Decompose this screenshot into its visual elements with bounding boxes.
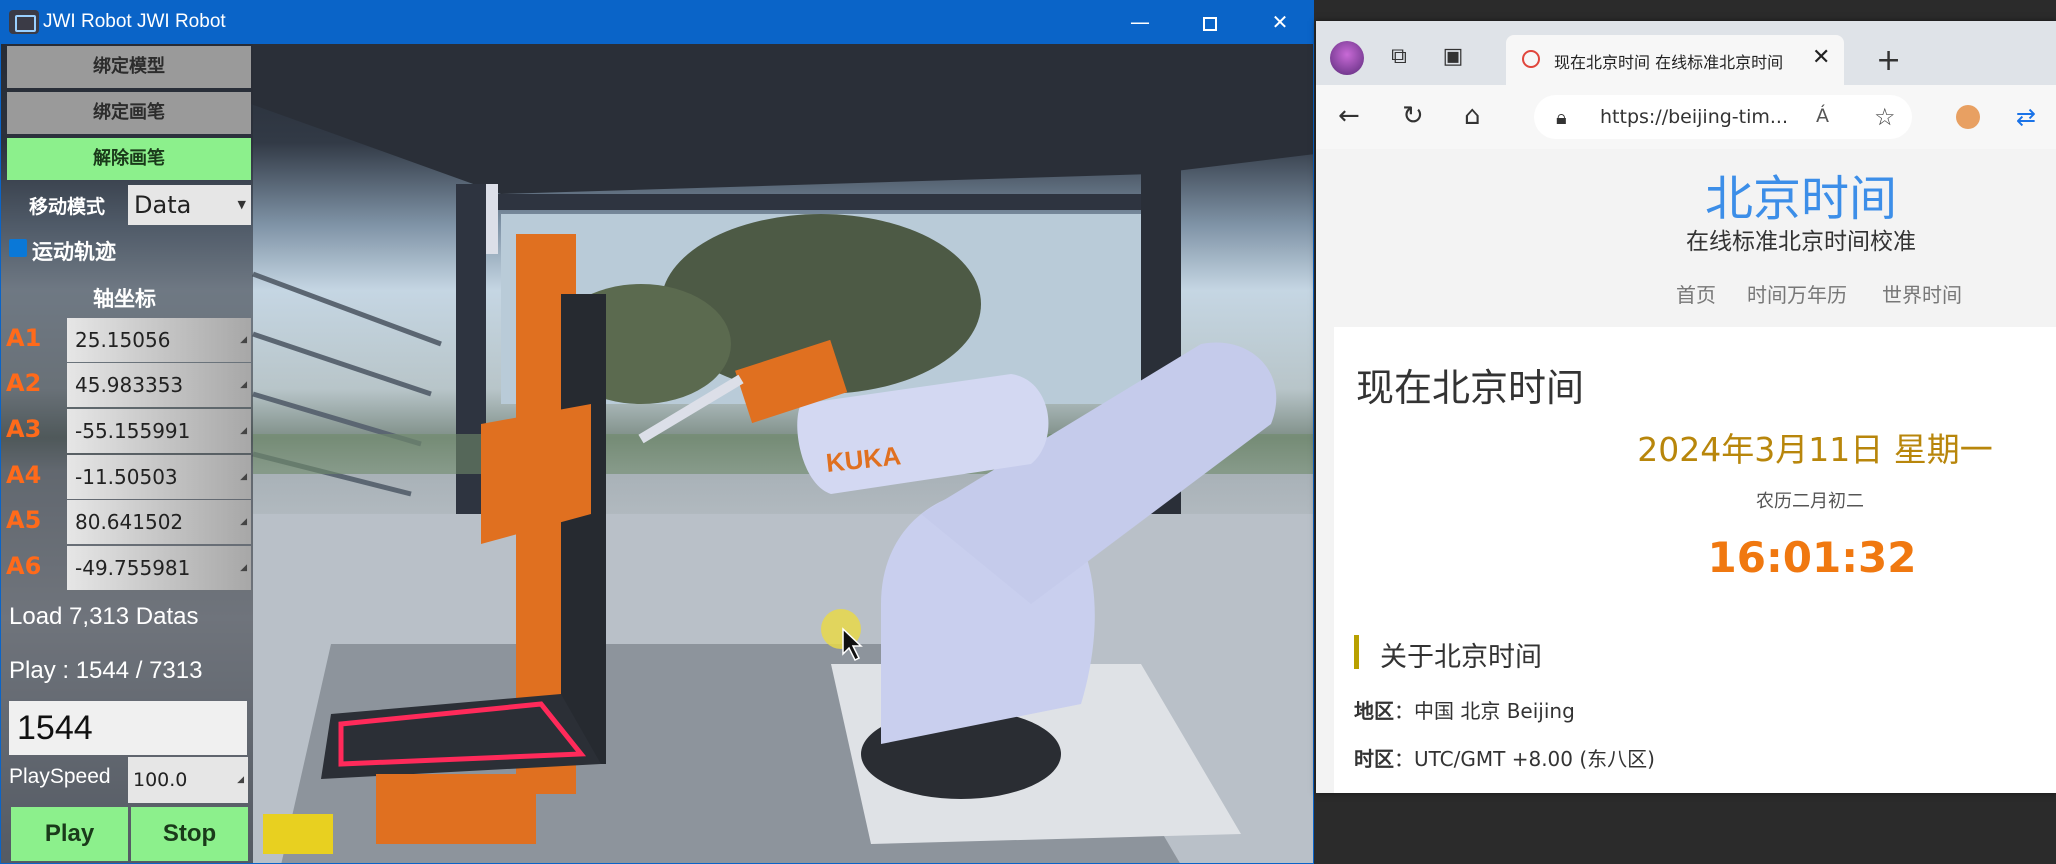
close-button[interactable]: ✕ (1245, 1, 1313, 44)
resize-grip-icon: ◢ (240, 472, 247, 482)
tab-actions-icon[interactable]: ▣ (1440, 45, 1466, 69)
resize-grip-icon: ◢ (240, 517, 247, 527)
tab-bar: ⧉ ▣ 现在北京时间 在线标准北京时间 ✕ + (1316, 21, 2056, 85)
resize-grip-icon: ◢ (237, 775, 244, 785)
app-icon (9, 10, 39, 34)
timezone-row: 时区：UTC/GMT +8.00 (东八区) (1354, 747, 1655, 771)
address-bar[interactable]: 🔒︎ https://beijing-tim... Á ☆ (1534, 95, 1912, 139)
frame-input[interactable]: 1544 (9, 701, 247, 755)
axis-a5-value: 80.641502 (75, 510, 184, 534)
axis-a3-label: A3 (6, 415, 42, 443)
section-accent-bar (1354, 635, 1359, 669)
axis-a4-field[interactable]: -11.50503 ◢ (67, 455, 251, 499)
axis-coords-label: 轴坐标 (93, 287, 156, 311)
read-aloud-icon[interactable]: Á (1816, 105, 1829, 127)
region-value: 中国 北京 Beijing (1414, 699, 1575, 723)
maximize-button[interactable] (1175, 1, 1245, 44)
new-tab-icon[interactable]: + (1876, 43, 1901, 78)
axis-a5-field[interactable]: 80.641502 ◢ (67, 500, 251, 544)
sync-extension-icon[interactable]: ⇄ (2016, 103, 2036, 131)
axis-a6-label: A6 (6, 552, 42, 580)
time-card: 现在北京时间 2024年3月11日 星期一 农历二月初二 16:01:32 关于… (1334, 327, 2056, 793)
axis-a2-value: 45.983353 (75, 373, 184, 397)
dropdown-arrow-icon: ▼ (237, 198, 246, 211)
axis-a2-label: A2 (6, 369, 42, 397)
timezone-value: UTC/GMT +8.00 (东八区) (1414, 747, 1655, 771)
tab-close-icon[interactable]: ✕ (1812, 45, 1830, 70)
move-mode-value: Data (134, 191, 192, 219)
axis-a5-label: A5 (6, 506, 42, 534)
site-title[interactable]: 北京时间 (1316, 159, 2056, 229)
profile-avatar[interactable] (1330, 41, 1364, 75)
load-status: Load 7,313 Datas (9, 603, 199, 630)
release-pen-button[interactable]: 解除画笔 (7, 138, 251, 180)
nav-bar: ← ↻ ⌂ 🔒︎ https://beijing-tim... Á ☆ ⇄ (1316, 85, 2056, 149)
play-speed-label: PlaySpeed (9, 765, 111, 788)
resize-grip-icon: ◢ (240, 380, 247, 390)
about-heading: 关于北京时间 (1380, 642, 1542, 673)
bind-pen-button[interactable]: 绑定画笔 (7, 92, 251, 134)
home-icon[interactable]: ⌂ (1464, 101, 1481, 131)
card-heading: 现在北京时间 (1356, 366, 1585, 410)
axis-a1-label: A1 (6, 324, 42, 352)
play-button[interactable]: Play (11, 807, 128, 861)
lock-icon: 🔒︎ (1556, 105, 1567, 129)
app-titlebar[interactable]: JWI Robot JWI Robot — ✕ (1, 1, 1313, 44)
timezone-label: 时区 (1354, 747, 1394, 771)
resize-grip-icon: ◢ (240, 335, 247, 345)
trajectory-label: 运动轨迹 (32, 240, 116, 264)
stop-button[interactable]: Stop (131, 807, 248, 861)
browser-tab[interactable]: 现在北京时间 在线标准北京时间 ✕ (1506, 35, 1844, 85)
refresh-icon[interactable]: ↻ (1402, 101, 1424, 131)
robot-app-window: JWI Robot JWI Robot — ✕ KUKA 绑定模型 绑定画笔 解… (0, 0, 1314, 864)
favorite-star-icon[interactable]: ☆ (1874, 103, 1896, 131)
site-subtitle: 在线标准北京时间校准 (1686, 229, 1916, 255)
axis-a4-value: -11.50503 (75, 465, 178, 489)
maximize-icon (1203, 16, 1217, 31)
nav-link-calendar[interactable]: 时间万年历 (1747, 279, 1847, 308)
tab-title: 现在北京时间 在线标准北京时间 (1554, 53, 1784, 72)
play-status: Play : 1544 / 7313 (9, 657, 203, 684)
play-speed-input[interactable]: 100.0 ◢ (128, 757, 248, 803)
bind-model-button[interactable]: 绑定模型 (7, 46, 251, 88)
clock-favicon-icon (1522, 50, 1540, 68)
back-icon[interactable]: ← (1338, 101, 1360, 131)
axis-a2-field[interactable]: 45.983353 ◢ (67, 363, 251, 407)
axis-a6-value: -49.755981 (75, 556, 191, 580)
date-display: 2024年3月11日 星期一 (1637, 430, 1993, 469)
app-title: JWI Robot JWI Robot (43, 11, 226, 32)
minimize-button[interactable]: — (1105, 1, 1175, 44)
axis-a3-field[interactable]: -55.155991 ◢ (67, 409, 251, 453)
resize-grip-icon: ◢ (240, 563, 247, 573)
clock-display: 16:01:32 (1707, 533, 1917, 582)
web-page: 北京时间 在线标准北京时间校准 首页 时间万年历 世界时间 现在北京时间 202… (1316, 149, 2056, 793)
lunar-date: 农历二月初二 (1756, 491, 1864, 512)
nav-link-home[interactable]: 首页 (1676, 279, 1716, 308)
browser-window: ⧉ ▣ 现在北京时间 在线标准北京时间 ✕ + ← ↻ ⌂ 🔒︎ https:/… (1316, 21, 2056, 793)
move-mode-label: 移动模式 (29, 196, 106, 218)
axis-a3-value: -55.155991 (75, 419, 191, 443)
region-label: 地区 (1354, 699, 1394, 723)
region-row: 地区：中国 北京 Beijing (1354, 699, 1575, 723)
axis-a1-field[interactable]: 25.15056 ◢ (67, 318, 251, 362)
move-mode-dropdown[interactable]: Data ▼ (128, 185, 251, 225)
collections-icon[interactable]: ⧉ (1386, 45, 1412, 69)
play-speed-value: 100.0 (133, 769, 188, 791)
axis-a1-value: 25.15056 (75, 328, 171, 352)
nav-link-world-time[interactable]: 世界时间 (1882, 279, 1962, 308)
resize-grip-icon: ◢ (240, 426, 247, 436)
axis-a4-label: A4 (6, 461, 42, 489)
trajectory-checkbox[interactable] (9, 239, 27, 257)
axis-a6-field[interactable]: -49.755981 ◢ (67, 546, 251, 590)
url-text: https://beijing-tim... (1600, 106, 1789, 128)
extension-icon[interactable] (1956, 105, 1980, 129)
